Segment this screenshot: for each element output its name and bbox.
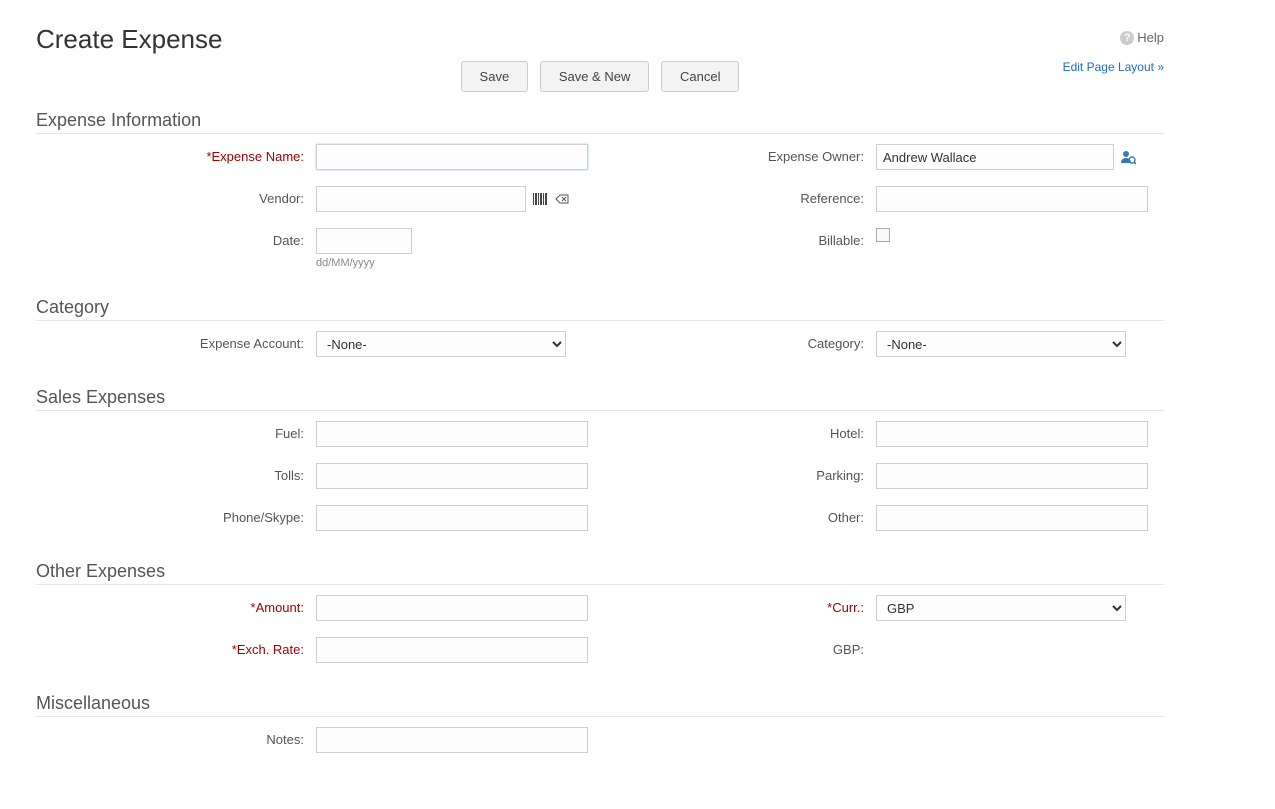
page-title: Create Expense bbox=[36, 24, 1164, 55]
barcode-icon[interactable] bbox=[532, 191, 548, 207]
section-sales-expenses: Sales Expenses bbox=[36, 387, 1164, 411]
hotel-label: Hotel: bbox=[596, 421, 876, 441]
edit-page-layout-link[interactable]: Edit Page Layout » bbox=[1063, 60, 1164, 74]
parking-input[interactable] bbox=[876, 463, 1148, 489]
billable-label: Billable: bbox=[596, 228, 876, 248]
clear-icon[interactable] bbox=[554, 191, 570, 207]
fuel-label: Fuel: bbox=[36, 421, 316, 441]
phone-skype-input[interactable] bbox=[316, 505, 588, 531]
cancel-button[interactable]: Cancel bbox=[661, 61, 739, 92]
expense-name-input[interactable] bbox=[316, 144, 588, 170]
save-button[interactable]: Save bbox=[461, 61, 529, 92]
phone-skype-label: Phone/Skype: bbox=[36, 505, 316, 525]
expense-account-label: Expense Account: bbox=[36, 331, 316, 351]
reference-label: Reference: bbox=[596, 186, 876, 206]
parking-label: Parking: bbox=[596, 463, 876, 483]
section-other-expenses: Other Expenses bbox=[36, 561, 1164, 585]
date-label: Date: bbox=[36, 228, 316, 248]
hotel-input[interactable] bbox=[876, 421, 1148, 447]
currency-select[interactable]: GBP bbox=[876, 595, 1126, 621]
expense-owner-input[interactable] bbox=[876, 144, 1114, 170]
page-header: Create Expense ? Help Edit Page Layout » bbox=[36, 24, 1164, 55]
expense-owner-label: Expense Owner: bbox=[596, 144, 876, 164]
category-select[interactable]: -None- bbox=[876, 331, 1126, 357]
other-label: Other: bbox=[596, 505, 876, 525]
tolls-label: Tolls: bbox=[36, 463, 316, 483]
create-expense-page: Create Expense ? Help Edit Page Layout »… bbox=[0, 0, 1200, 809]
amount-label: *Amount: bbox=[36, 595, 316, 615]
currency-label: *Curr.: bbox=[596, 595, 876, 615]
help-link[interactable]: ? Help bbox=[1120, 30, 1164, 45]
reference-input[interactable] bbox=[876, 186, 1148, 212]
exch-rate-input[interactable] bbox=[316, 637, 588, 663]
date-input[interactable] bbox=[316, 228, 412, 254]
other-input[interactable] bbox=[876, 505, 1148, 531]
section-category: Category bbox=[36, 297, 1164, 321]
user-lookup-icon[interactable] bbox=[1120, 149, 1136, 165]
tolls-input[interactable] bbox=[316, 463, 588, 489]
expense-name-label: *Expense Name: bbox=[36, 144, 316, 164]
action-buttons: Save Save & New Cancel bbox=[36, 61, 1164, 92]
category-label: Category: bbox=[596, 331, 876, 351]
billable-checkbox[interactable] bbox=[876, 228, 890, 242]
section-expense-information: Expense Information bbox=[36, 110, 1164, 134]
save-and-new-button[interactable]: Save & New bbox=[540, 61, 650, 92]
help-icon: ? bbox=[1120, 31, 1134, 45]
gbp-label: GBP: bbox=[596, 637, 876, 657]
help-label: Help bbox=[1137, 30, 1164, 45]
vendor-input[interactable] bbox=[316, 186, 526, 212]
section-miscellaneous: Miscellaneous bbox=[36, 693, 1164, 717]
fuel-input[interactable] bbox=[316, 421, 588, 447]
amount-input[interactable] bbox=[316, 595, 588, 621]
vendor-label: Vendor: bbox=[36, 186, 316, 206]
date-hint: dd/MM/yyyy bbox=[316, 257, 375, 269]
expense-account-select[interactable]: -None- bbox=[316, 331, 566, 357]
notes-label: Notes: bbox=[36, 727, 316, 747]
notes-input[interactable] bbox=[316, 727, 588, 753]
exch-rate-label: *Exch. Rate: bbox=[36, 637, 316, 657]
